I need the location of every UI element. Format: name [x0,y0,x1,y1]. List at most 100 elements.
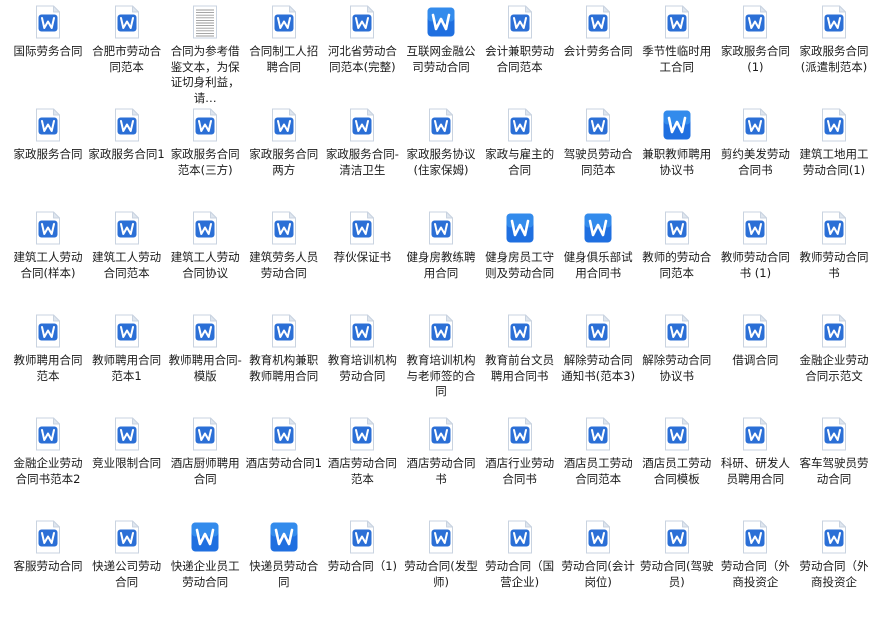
word-doc-icon [33,314,63,348]
file-item[interactable]: 建筑工人劳动合同协议 [167,211,243,311]
file-item[interactable]: 家政服务合同 [10,108,86,208]
file-item[interactable]: 兼职教师聘用协议书 [639,108,715,208]
file-item[interactable]: 教师聘用合同-模版 [167,314,243,414]
file-name: 劳动合同（外商投资企 [799,559,869,589]
word-doc-icon [112,5,142,39]
file-name: 劳动合同（1) [327,559,398,573]
word-doc-icon [33,5,63,39]
word-doc-icon [347,211,377,245]
file-name: 家政与雇主的合同 [485,147,555,177]
file-item[interactable]: 解除劳动合同通知书(范本3) [560,314,636,414]
file-item[interactable]: 国际劳务合同 [10,5,86,105]
file-item[interactable]: 教师劳动合同书 [796,211,870,311]
file-name: 劳动合同（外商投资企 [720,559,790,589]
file-item[interactable]: 驾驶员劳动合同范本 [560,108,636,208]
file-item[interactable]: 劳动合同（外商投资企 [717,520,793,618]
file-item[interactable]: 家政与雇主的合同 [482,108,558,208]
word-doc-icon [347,108,377,142]
word-doc-icon [426,314,456,348]
file-item[interactable]: 建筑工人劳动合同范本 [89,211,165,311]
file-item[interactable]: 教师劳动合同书 (1) [717,211,793,311]
file-item[interactable]: 金融企业劳动合同书范本2 [10,417,86,517]
file-item[interactable]: 酒店劳动合同1 [246,417,322,517]
word-doc-icon [269,108,299,142]
file-item[interactable]: 教育机构兼职教师聘用合同 [246,314,322,414]
file-item[interactable]: 教育培训机构与老师签的合同 [403,314,479,414]
file-item[interactable]: 酒店员工劳动合同范本 [560,417,636,517]
file-item[interactable]: 劳动合同（国营企业) [482,520,558,618]
file-item[interactable]: 客车驾驶员劳动合同 [796,417,870,517]
file-item[interactable]: 家政服务合同范本(三方) [167,108,243,208]
file-item[interactable]: 教师聘用合同范本1 [89,314,165,414]
file-item[interactable]: 竞业限制合同 [89,417,165,517]
file-item[interactable]: 会计劳务合同 [560,5,636,105]
file-item[interactable]: 酒店行业劳动合同书 [482,417,558,517]
file-item[interactable]: 快递公司劳动合同 [89,520,165,618]
word-doc-icon [583,108,613,142]
file-item[interactable]: 快递企业员工劳动合同 [167,520,243,618]
file-item[interactable]: 合同为参考借鉴文本，为保证切身利益，请… [167,5,243,105]
file-item[interactable]: 解除劳动合同协议书 [639,314,715,414]
file-name: 家政服务合同1 [88,147,165,161]
file-name: 酒店劳动合同1 [245,456,322,470]
file-item[interactable]: 劳动合同(驾驶员) [639,520,715,618]
file-name: 健身房员工守则及劳动合同 [485,250,555,280]
file-name: 酒店劳动合同书 [406,456,476,486]
file-item[interactable]: 会计兼职劳动合同范本 [482,5,558,105]
file-item[interactable]: 互联网金融公司劳动合同 [403,5,479,105]
file-item[interactable]: 劳动合同(会计岗位) [560,520,636,618]
file-item[interactable]: 酒店厨师聘用合同 [167,417,243,517]
file-item[interactable]: 教师的劳动合同范本 [639,211,715,311]
file-item[interactable]: 借调合同 [717,314,793,414]
file-item[interactable]: 教育培训机构劳动合同 [324,314,400,414]
file-item[interactable]: 建筑工人劳动合同(样本) [10,211,86,311]
word-doc-icon [505,314,535,348]
file-item[interactable]: 家政服务合同两方 [246,108,322,208]
file-item[interactable]: 建筑工地用工劳动合同(1) [796,108,870,208]
file-item[interactable]: 客服劳动合同 [10,520,86,618]
word-doc-icon [269,314,299,348]
file-item[interactable]: 家政服务协议(住家保姆) [403,108,479,208]
file-item[interactable]: 劳动合同（1) [324,520,400,618]
word-doc-icon [740,314,770,348]
file-item[interactable]: 健身俱乐部试用合同书 [560,211,636,311]
word-doc-icon [112,108,142,142]
word-doc-icon [505,5,535,39]
file-name: 快递公司劳动合同 [92,559,162,589]
file-name: 家政服务合同-清洁卫生 [325,147,399,177]
file-name: 客车驾驶员劳动合同 [799,456,869,486]
word-doc-icon [426,211,456,245]
file-item[interactable]: 健身房教练聘用合同 [403,211,479,311]
file-item[interactable]: 教师聘用合同范本 [10,314,86,414]
file-item[interactable]: 合同制工人招聘合同 [246,5,322,105]
file-item[interactable]: 家政服务合同(1) [717,5,793,105]
file-item[interactable]: 家政服务合同1 [88,108,165,208]
file-item[interactable]: 河北省劳动合同范本(完整) [324,5,400,105]
file-item[interactable]: 教育前台文员聘用合同书 [482,314,558,414]
file-name: 家政服务合同范本(三方) [170,147,240,177]
file-item[interactable]: 家政服务合同(派遣制范本) [796,5,870,105]
file-item[interactable]: 剪约美发劳动合同书 [717,108,793,208]
word-app-icon [505,211,535,245]
file-item[interactable]: 健身房员工守则及劳动合同 [482,211,558,311]
file-name: 劳动合同(发型师) [404,559,478,589]
file-item[interactable]: 酒店劳动合同范本 [324,417,400,517]
file-item[interactable]: 家政服务合同-清洁卫生 [324,108,400,208]
file-item[interactable]: 酒店员工劳动合同模板 [639,417,715,517]
file-item[interactable]: 劳动合同(发型师) [403,520,479,618]
file-name: 家政服务合同(派遣制范本) [799,44,869,74]
file-item[interactable]: 金融企业劳动合同示范文 [796,314,870,414]
file-name: 解除劳动合同通知书(范本3) [561,353,636,383]
file-item[interactable]: 荐伙保证书 [324,211,400,311]
file-item[interactable]: 酒店劳动合同书 [403,417,479,517]
word-app-icon [583,211,613,245]
file-item[interactable]: 合肥市劳动合同范本 [89,5,165,105]
file-name: 家政服务合同(1) [720,44,790,74]
file-name: 国际劳务合同 [13,44,83,58]
file-item[interactable]: 劳动合同（外商投资企 [796,520,870,618]
file-item[interactable]: 科研、研发人员聘用合同 [717,417,793,517]
file-name: 劳动合同(会计岗位) [561,559,635,589]
file-item[interactable]: 快递员劳动合同 [246,520,322,618]
file-item[interactable]: 建筑劳务人员劳动合同 [246,211,322,311]
file-item[interactable]: 季节性临时用工合同 [639,5,715,105]
